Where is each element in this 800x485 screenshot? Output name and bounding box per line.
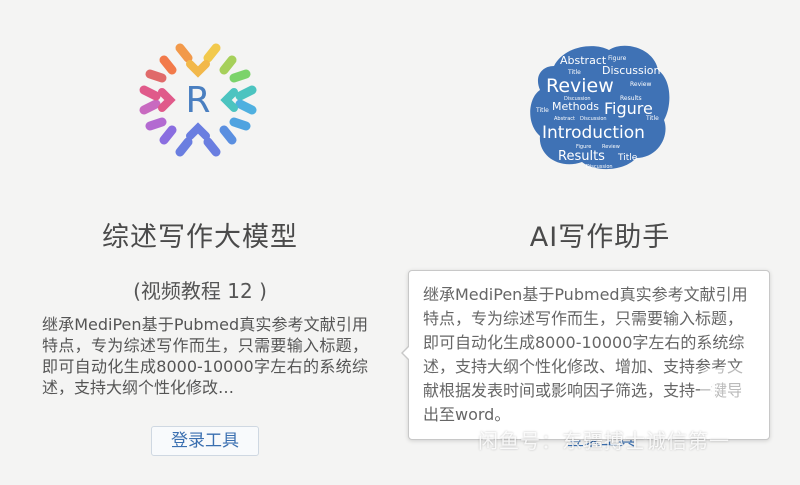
review-model-logo-icon: R	[139, 43, 257, 157]
svg-text:Discussion: Discussion	[586, 164, 613, 170]
word-cloud-brain-icon: Abstract Figure Title Discussion Review …	[530, 45, 670, 170]
logo-letter: R	[185, 80, 210, 121]
svg-text:Review: Review	[546, 75, 614, 97]
svg-text:Discussion: Discussion	[580, 116, 607, 122]
chat-bubble-icon	[700, 368, 752, 410]
watermark-text: 闲鱼号：东疆搏士诚信第一	[478, 429, 730, 453]
svg-text:Results: Results	[558, 149, 605, 164]
svg-text:Abstract: Abstract	[560, 54, 607, 67]
card-title: 综述写作大模型	[102, 222, 298, 253]
svg-text:Figure: Figure	[608, 55, 627, 62]
svg-text:Review: Review	[630, 81, 652, 88]
svg-text:Title: Title	[617, 153, 638, 163]
svg-text:Title: Title	[535, 107, 549, 114]
card-description: 继承MediPen基于Pubmed真实参考文献引用特点，专为综述写作而生，只需要…	[42, 315, 368, 397]
card-title: AI写作助手	[529, 222, 671, 253]
login-tool-button[interactable]: 登录工具	[151, 426, 259, 456]
description-tooltip: 继承MediPen基于Pubmed真实参考文献引用特点，专为综述写作而生，只需要…	[408, 270, 770, 440]
svg-text:Title: Title	[645, 115, 659, 122]
tooltip-arrow-inner	[403, 346, 410, 360]
tool-card-review-model: R 综述写作大模型 (视频教程 12 ) 继承MediPen基于Pubmed真实…	[0, 0, 400, 485]
svg-text:Abstract: Abstract	[554, 116, 575, 122]
video-tutorial-link[interactable]: (视频教程 12 )	[0, 275, 400, 304]
svg-text:Methods: Methods	[552, 100, 599, 113]
svg-text:Introduction: Introduction	[542, 123, 645, 143]
